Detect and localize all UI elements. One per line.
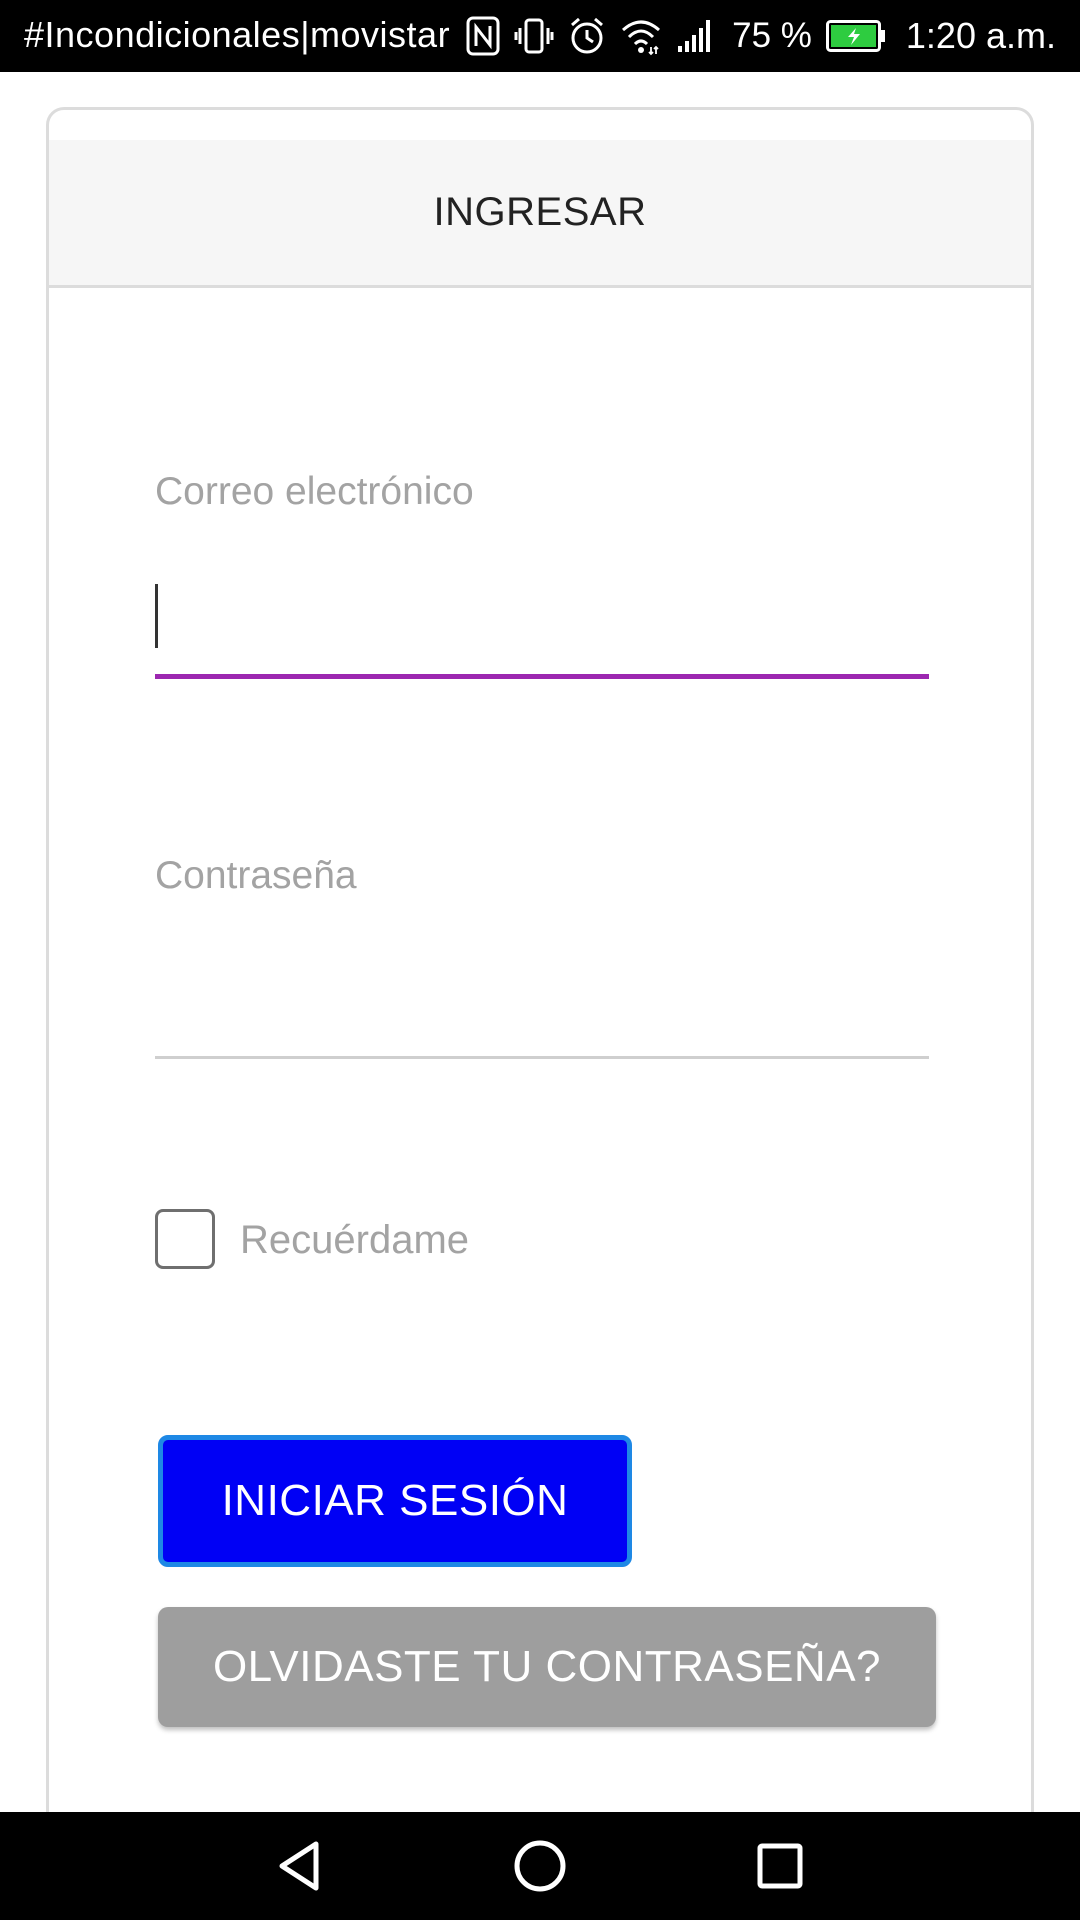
status-bar: #Incondicionales|movistar 75 % 1:20 a.m.	[0, 0, 1080, 72]
login-card: INGRESAR Correo electrónico Contraseña R…	[46, 107, 1034, 1812]
password-underline	[155, 1056, 929, 1059]
battery-percent: 75 %	[732, 16, 812, 55]
password-field[interactable]	[155, 940, 929, 1050]
remember-label[interactable]: Recuérdame	[240, 1218, 469, 1263]
email-label: Correo electrónico	[155, 470, 474, 513]
recents-icon	[757, 1843, 803, 1889]
page: INGRESAR Correo electrónico Contraseña R…	[0, 72, 1080, 1812]
nfc-icon	[466, 16, 500, 56]
signal-icon	[676, 16, 716, 56]
home-icon	[514, 1840, 566, 1892]
login-button[interactable]: INICIAR SESIÓN	[158, 1435, 632, 1567]
navigation-bar	[0, 1812, 1080, 1920]
recents-button[interactable]	[720, 1812, 840, 1920]
wifi-icon	[620, 16, 662, 56]
clock: 1:20 a.m.	[905, 15, 1056, 56]
login-button-label: INICIAR SESIÓN	[221, 1476, 569, 1525]
vibrate-icon	[514, 16, 554, 56]
back-icon	[279, 1841, 319, 1891]
home-button[interactable]	[480, 1812, 600, 1920]
card-title: INGRESAR	[433, 190, 647, 234]
card-header: INGRESAR	[49, 140, 1031, 288]
remember-checkbox[interactable]	[155, 1209, 215, 1269]
status-icons: 75 % 1:20 a.m.	[466, 0, 1056, 72]
alarm-icon	[568, 16, 606, 56]
forgot-password-label: OLVIDASTE TU CONTRASEÑA?	[212, 1642, 882, 1691]
back-button[interactable]	[240, 1812, 360, 1920]
password-label: Contraseña	[155, 854, 357, 897]
email-field[interactable]	[155, 560, 929, 670]
battery-charging-icon	[825, 20, 886, 52]
notification-text: #Incondicionales|movistar	[24, 14, 451, 55]
forgot-password-button[interactable]: OLVIDASTE TU CONTRASEÑA?	[158, 1607, 936, 1727]
email-underline	[155, 674, 929, 679]
